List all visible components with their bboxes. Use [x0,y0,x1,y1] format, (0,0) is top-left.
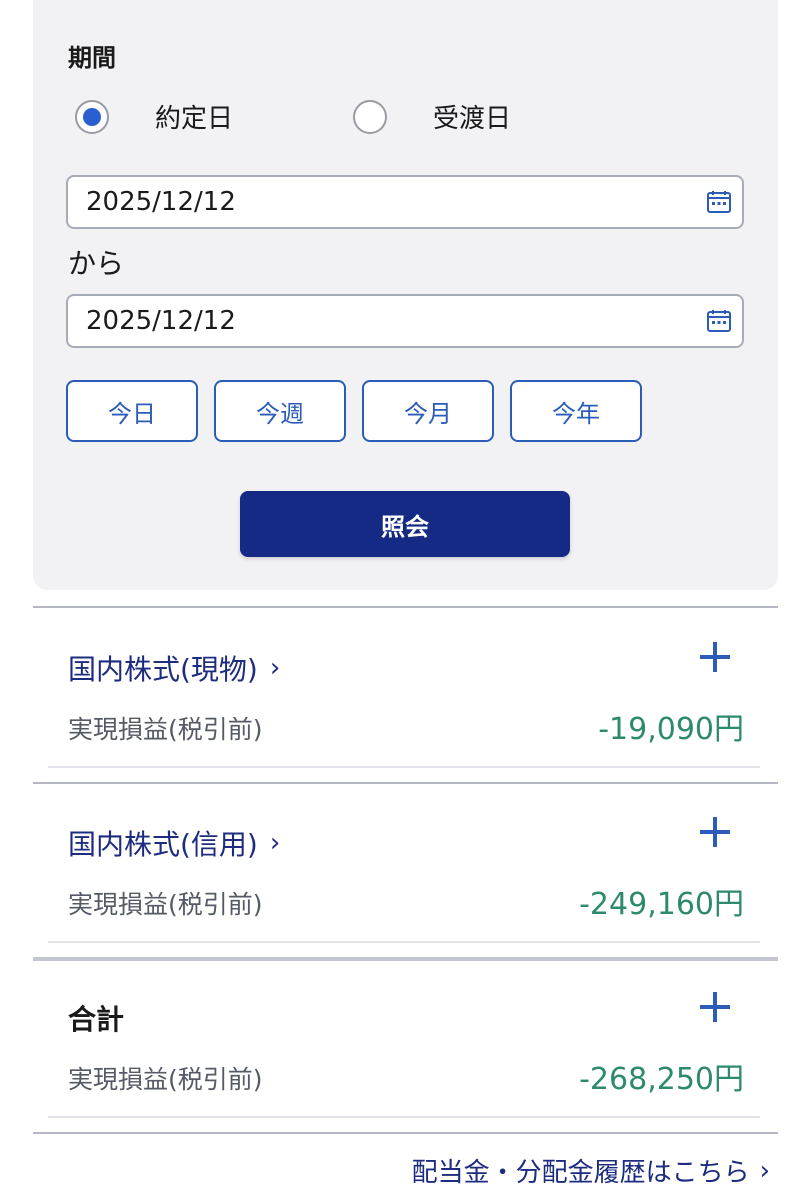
period-title: 期間 [68,44,116,72]
chevron-right-icon: › [269,653,281,683]
period-filter-panel: 期間 約定日 受渡日 から [33,0,778,590]
section-title-text: 国内株式(信用) [68,828,258,861]
metric-value: -268,250円 [579,1062,744,1097]
total-title: 合計 [68,1003,125,1036]
divider [33,1132,778,1134]
today-button[interactable]: 今日 [66,380,198,442]
metric-label: 実現損益(税引前) [68,890,263,919]
metric-value: -19,090円 [598,712,744,747]
chevron-right-icon: › [759,1155,770,1186]
row-divider [48,766,760,768]
to-label: から [68,247,125,280]
plus-icon[interactable] [700,642,730,672]
calendar-icon[interactable] [706,189,732,215]
chevron-right-icon: › [269,828,281,858]
row-divider [48,1116,760,1118]
quick-range-buttons: 今日 今週 今月 今年 [66,380,658,442]
divider [33,606,778,608]
query-button[interactable]: 照会 [240,491,570,557]
metric-label: 実現損益(税引前) [68,1065,263,1094]
row-divider [48,941,760,943]
this-week-button[interactable]: 今週 [214,380,346,442]
radio-option-settlement-date[interactable]: 受渡日 [353,98,511,135]
to-date-field[interactable] [66,294,744,348]
section-title-link[interactable]: 国内株式(現物) › [68,648,280,688]
to-date-input[interactable] [86,306,666,336]
dividend-history-link[interactable]: 配当金・分配金履歴はこちら › [412,1152,770,1189]
radio-button-selected[interactable] [75,99,109,134]
metric-label: 実現損益(税引前) [68,715,263,744]
this-month-button[interactable]: 今月 [362,380,494,442]
date-basis-radio-group: 約定日 受渡日 [75,98,511,135]
section-title-link[interactable]: 国内株式(信用) › [68,823,280,863]
this-year-button[interactable]: 今年 [510,380,642,442]
plus-icon[interactable] [700,992,730,1022]
radio-button-unselected[interactable] [353,99,388,134]
from-date-field[interactable] [66,175,744,229]
calendar-icon[interactable] [706,308,732,334]
radio-label-trade-date: 約定日 [155,104,234,134]
divider [33,782,778,784]
from-date-input[interactable] [86,187,666,217]
metric-value: -249,160円 [579,887,744,922]
radio-label-settlement-date: 受渡日 [433,104,512,134]
plus-icon[interactable] [700,817,730,847]
radio-option-trade-date[interactable]: 約定日 [75,98,233,135]
divider-thick [33,957,778,961]
section-title-text: 国内株式(現物) [68,653,258,686]
dividend-history-link-text: 配当金・分配金履歴はこちら [411,1158,750,1188]
